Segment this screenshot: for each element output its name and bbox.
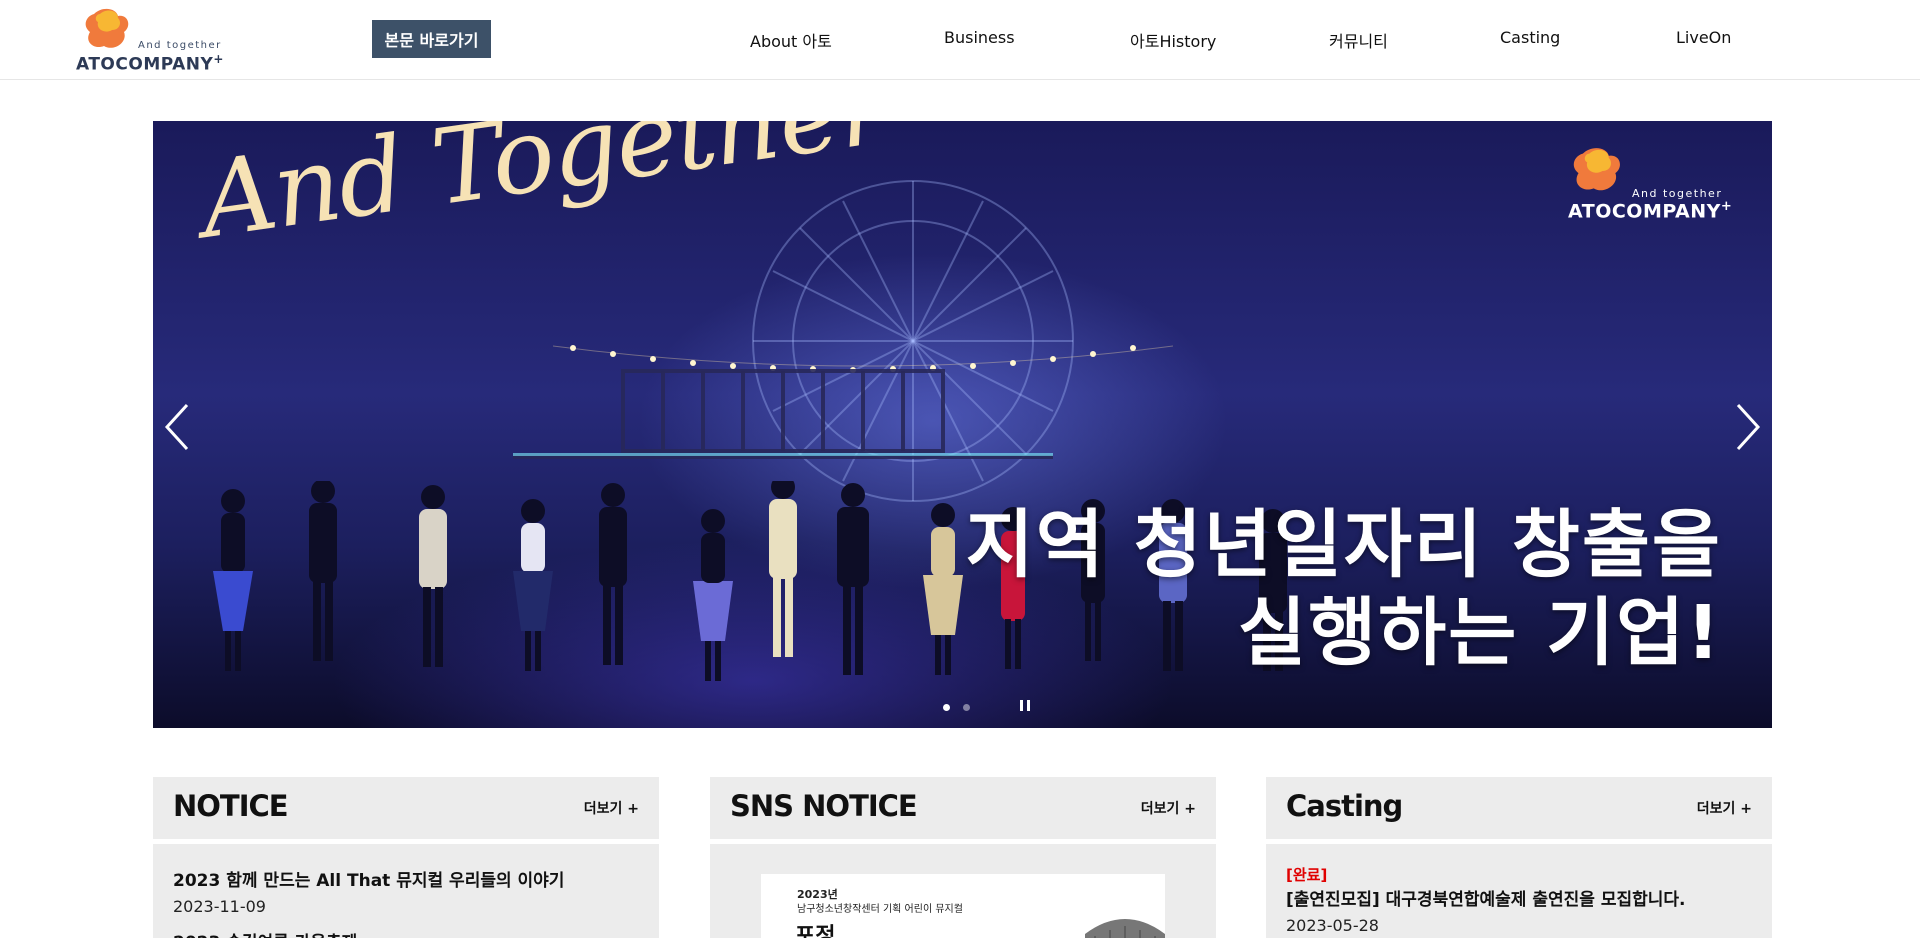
casting-title: Casting	[1286, 789, 1403, 823]
site-header: And together ATOCOMPANY+ 본문 바로가기 About 아…	[0, 0, 1920, 80]
notice-panel: NOTICE 더보기 + 2023 함께 만드는 All That 뮤지컬 우리…	[153, 777, 659, 938]
chevron-right-icon	[1736, 403, 1761, 451]
hero-slogan-line1: 지역 청년일자리 창출을	[965, 502, 1722, 588]
hero-slogan-line2: 실행하는 기업!	[1238, 590, 1722, 676]
thumb-subtitle: 남구청소년창작센터 기획 어린이 뮤지컬	[797, 904, 963, 915]
list-item[interactable]: 2023 함께 만드는 All That 뮤지컬 우리들의 이야기 2023-1…	[173, 866, 643, 916]
nav-item-business[interactable]: Business	[944, 28, 1015, 47]
post-title[interactable]: [출연진모집] 대구경북연합예술제 출연진을 모집합니다.	[1286, 885, 1756, 910]
nav-item-casting[interactable]: Casting	[1500, 28, 1560, 47]
notice-list: 2023 함께 만드는 All That 뮤지컬 우리들의 이야기 2023-1…	[153, 844, 659, 938]
list-item[interactable]: [완료] [출연진모집] 대구경북연합예술제 출연진을 모집합니다. 2023-…	[1286, 864, 1756, 935]
nav-item-about[interactable]: About 아토	[750, 28, 832, 52]
slider-prev-button[interactable]	[159, 399, 199, 455]
nav-item-community[interactable]: 커뮤니티	[1329, 28, 1388, 52]
post-title[interactable]: 2023 숲길여름 가을축제	[173, 928, 643, 938]
casting-more-link[interactable]: 더보기 +	[1697, 798, 1752, 818]
hero-slider: And Together And together ATOCOMPANY+ 지역…	[153, 121, 1772, 728]
post-date: 2023-11-09	[173, 897, 266, 916]
slider-pause-button[interactable]	[1017, 699, 1033, 713]
notice-title: NOTICE	[173, 789, 289, 823]
slider-dot-2[interactable]	[963, 704, 970, 711]
list-item[interactable]: 2023 숲길여름 가을축제	[173, 928, 643, 938]
sns-title: SNS NOTICE	[730, 789, 918, 823]
logo-blob-icon	[1573, 148, 1620, 191]
sns-notice-panel: SNS NOTICE 더보기 + 2023년 남구청소년창작센터 기획 어린이 …	[710, 777, 1216, 938]
status-badge: [완료]	[1286, 866, 1328, 884]
slider-pagination	[943, 701, 1003, 715]
hero-logo: And together ATOCOMPANY+	[1568, 147, 1748, 227]
pause-icon	[1020, 700, 1023, 711]
logo-name: ATOCOMPANY+	[76, 52, 224, 75]
nav-item-liveon[interactable]: LiveOn	[1676, 28, 1731, 47]
hanok-roof-graphic	[1085, 919, 1165, 938]
slider-dot-1[interactable]	[943, 704, 950, 711]
casting-list: [완료] [출연진모집] 대구경북연합예술제 출연진을 모집합니다. 2023-…	[1266, 844, 1772, 938]
nav-item-history[interactable]: 아토History	[1130, 28, 1216, 52]
casting-panel-header: Casting 더보기 +	[1266, 777, 1772, 839]
post-title[interactable]: 2023 함께 만드는 All That 뮤지컬 우리들의 이야기	[173, 866, 643, 891]
hero-logo-name: ATOCOMPANY+	[1568, 199, 1733, 223]
post-date: 2023-05-28	[1286, 916, 1379, 935]
slider-next-button[interactable]	[1726, 399, 1766, 455]
notice-panel-header: NOTICE 더보기 +	[153, 777, 659, 839]
chevron-left-icon	[164, 403, 189, 451]
sns-post-thumbnail[interactable]: 2023년 남구청소년창작센터 기획 어린이 뮤지컬 포정	[761, 874, 1165, 938]
sns-list: 2023년 남구청소년창작센터 기획 어린이 뮤지컬 포정	[710, 844, 1216, 938]
sns-more-link[interactable]: 더보기 +	[1141, 798, 1196, 818]
notice-more-link[interactable]: 더보기 +	[584, 798, 639, 818]
sns-panel-header: SNS NOTICE 더보기 +	[710, 777, 1216, 839]
main-nav: About 아토 Business 아토History 커뮤니티 Casting…	[0, 28, 1920, 52]
hero-slogan: 지역 청년일자리 창출을 실행하는 기업!	[966, 501, 1722, 677]
casting-panel: Casting 더보기 + [완료] [출연진모집] 대구경북연합예술제 출연진…	[1266, 777, 1772, 938]
thumb-headline: 포정	[795, 924, 836, 938]
